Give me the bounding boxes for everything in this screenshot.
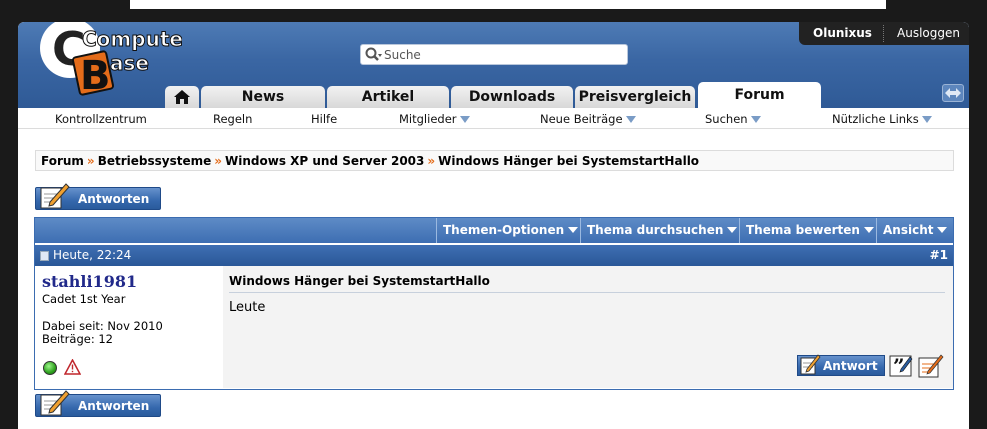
breadcrumb-windows-xp[interactable]: Windows XP und Server 2003 xyxy=(225,154,424,168)
chevron-down-icon xyxy=(921,116,932,123)
post-title: Windows Hänger bei SystemstartHallo xyxy=(229,274,490,288)
chevron-down-icon xyxy=(459,116,470,123)
nav-hilfe[interactable]: Hilfe xyxy=(311,112,337,126)
chevron-down-icon xyxy=(727,227,738,233)
thread-container: Themen-Optionen Thema durchsuchen Thema … xyxy=(34,217,954,390)
post-date: Heute, 22:24 xyxy=(53,248,132,262)
thread-view-label: Ansicht xyxy=(883,223,934,237)
chevron-down-icon xyxy=(625,116,636,123)
pencil-paper-icon xyxy=(40,183,70,209)
tab-home[interactable] xyxy=(165,86,199,108)
nav-nuetzliche-links-label: Nützliche Links xyxy=(832,112,919,126)
tab-forum[interactable]: Forum xyxy=(698,82,821,108)
breadcrumb-forum[interactable]: Forum xyxy=(41,154,84,168)
tab-artikel[interactable]: Artikel xyxy=(327,86,449,108)
online-status-icon xyxy=(43,361,57,375)
chevron-down-icon xyxy=(937,227,948,233)
thread-search-label: Thema durchsuchen xyxy=(587,223,724,237)
thread-search-menu[interactable]: Thema durchsuchen xyxy=(580,218,738,243)
pencil-paper-icon xyxy=(800,354,821,375)
svg-text:B: B xyxy=(80,53,111,99)
divider xyxy=(883,25,884,42)
svg-text:Computer: Computer xyxy=(82,27,182,51)
svg-text:ase: ase xyxy=(110,51,149,75)
thread-options-label: Themen-Optionen xyxy=(443,223,565,237)
post-status-icon xyxy=(40,251,49,261)
divider xyxy=(229,292,945,293)
thread-toolbar: Themen-Optionen Thema durchsuchen Thema … xyxy=(35,218,953,243)
post-author-link[interactable]: stahli1981 xyxy=(42,272,137,291)
arrows-horizontal-icon xyxy=(945,88,961,98)
nav-kontrollzentrum[interactable]: Kontrollzentrum xyxy=(55,112,147,126)
svg-text:”: ” xyxy=(893,354,905,377)
chevron-down-icon xyxy=(568,227,579,233)
post-body: Windows Hänger bei SystemstartHallo Leut… xyxy=(223,266,953,388)
nav-suchen-label: Suchen xyxy=(705,112,748,126)
search-input[interactable]: Suche xyxy=(360,44,628,65)
page: C Computer B ase Suche Olunixus Auslogge… xyxy=(18,22,969,429)
post-author-joined: Dabei seit: Nov 2010 xyxy=(42,319,163,333)
home-icon xyxy=(174,90,190,104)
breadcrumb-thread-title: Windows Hänger bei SystemstartHallo xyxy=(438,154,700,168)
tab-preisvergleich[interactable]: Preisvergleich xyxy=(575,86,695,108)
reply-button-label: Antworten xyxy=(78,192,150,206)
quote-icon[interactable]: ” xyxy=(889,354,913,377)
thread-rate-label: Thema bewerten xyxy=(746,223,860,237)
user-bar: Olunixus Ausloggen xyxy=(799,22,969,45)
reply-button-top[interactable]: Antworten xyxy=(35,183,161,210)
nav-nuetzliche-links[interactable]: Nützliche Links xyxy=(832,112,932,126)
reply-post-label: Antwort xyxy=(823,359,878,373)
tab-downloads[interactable]: Downloads xyxy=(451,86,573,108)
edit-icon[interactable] xyxy=(918,354,944,378)
post-author-rank: Cadet 1st Year xyxy=(42,292,126,306)
computerbase-logo[interactable]: C Computer B ase xyxy=(32,22,193,102)
chevron-down-icon xyxy=(863,227,874,233)
nav-neue-beitraege-label: Neue Beiträge xyxy=(540,112,623,126)
search-icon xyxy=(365,47,382,61)
nav-mitglieder[interactable]: Mitglieder xyxy=(399,112,470,126)
tab-news[interactable]: News xyxy=(201,86,325,108)
breadcrumb-separator: » xyxy=(427,154,436,168)
post-header: Heute, 22:24 #1 xyxy=(35,245,953,266)
logout-link[interactable]: Ausloggen xyxy=(897,26,960,40)
breadcrumb-separator: » xyxy=(86,154,95,168)
username-link[interactable]: Olunixus xyxy=(813,26,872,40)
nav-mitglieder-label: Mitglieder xyxy=(399,112,457,126)
nav-neue-beitraege[interactable]: Neue Beiträge xyxy=(540,112,636,126)
sub-navigation: Kontrollzentrum Regeln Hilfe Mitglieder … xyxy=(18,108,969,129)
post-userinfo: stahli1981 Cadet 1st Year Dabei seit: No… xyxy=(35,266,223,388)
breadcrumb: Forum» Betriebssysteme» Windows XP und Ser… xyxy=(35,150,954,171)
post-number-link[interactable]: #1 xyxy=(930,248,948,262)
nav-regeln[interactable]: Regeln xyxy=(213,112,252,126)
reply-button-bottom[interactable]: Antworten xyxy=(35,390,161,417)
reply-button-label: Antworten xyxy=(78,399,150,413)
thread-view-menu[interactable]: Ansicht xyxy=(876,218,948,243)
thread-rate-menu[interactable]: Thema bewerten xyxy=(739,218,874,243)
breadcrumb-separator: » xyxy=(214,154,223,168)
report-warning-icon[interactable] xyxy=(64,359,81,375)
post-author-postcount: Beiträge: 12 xyxy=(42,332,113,346)
expand-width-button[interactable] xyxy=(942,84,964,102)
breadcrumb-betriebssysteme[interactable]: Betriebssysteme xyxy=(98,154,212,168)
search-placeholder: Suche xyxy=(384,48,421,62)
thread-options-menu[interactable]: Themen-Optionen xyxy=(436,218,579,243)
pencil-paper-icon xyxy=(40,390,70,416)
chevron-down-icon xyxy=(750,116,761,123)
reply-post-button[interactable]: Antwort xyxy=(797,354,885,376)
site-header: C Computer B ase Suche Olunixus Auslogge… xyxy=(18,22,969,108)
nav-suchen[interactable]: Suchen xyxy=(705,112,761,126)
post-text: Leute xyxy=(229,300,266,315)
top-strip xyxy=(130,0,886,9)
